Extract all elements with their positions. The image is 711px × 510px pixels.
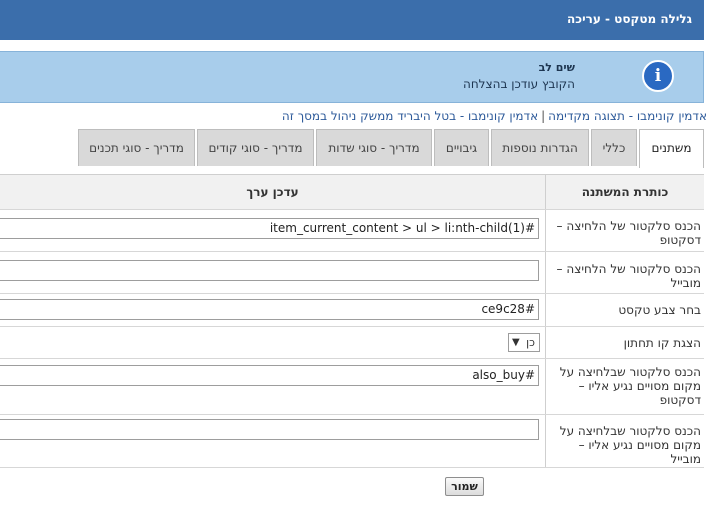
table-row: הכנס סלקטור של הלחיצה – דסקטופ #item_cur… <box>0 209 704 252</box>
preview-link[interactable]: אדמין קונימבו - תצוגה מקדימה <box>548 109 707 123</box>
scroll-target-desktop-input[interactable]: #also_buy <box>0 365 539 386</box>
info-icon: i <box>642 60 674 92</box>
header-value-column: עדכן ערך <box>0 175 545 209</box>
row-label: הכנס סלקטור שבלחיצה על מקום מסויים נגיע … <box>559 424 701 466</box>
link-separator: | <box>541 109 546 123</box>
table-row: הצגת קו תחתון ▼ כן <box>0 327 704 359</box>
row-label: בחר צבע טקסט <box>618 303 701 317</box>
table-row: הכנס סלקטור של הלחיצה – מובייל <box>0 252 704 294</box>
success-notice: i שים לב הקובץ עודכן בהצלחה <box>0 51 704 103</box>
tab-variables[interactable]: משתנים <box>639 129 704 168</box>
tab-guide-field-types[interactable]: מדריך - סוגי שדות <box>316 129 432 166</box>
variables-table: עדכן ערך כותרת המשתנה הכנס סלקטור של הלח… <box>0 174 704 468</box>
row-label: הכנס סלקטור של הלחיצה – מובייל <box>556 262 701 290</box>
underline-select-value: כן <box>526 336 535 349</box>
underline-select[interactable]: ▼ כן <box>508 333 540 352</box>
notice-text: הקובץ עודכן בהצלחה <box>462 77 575 91</box>
table-row: בחר צבע טקסט #ce9c28 <box>0 294 704 327</box>
scroll-target-mobile-input[interactable] <box>0 419 539 440</box>
table-row: הכנס סלקטור שבלחיצה על מקום מסויים נגיע … <box>0 415 704 468</box>
desktop-selector-input[interactable]: #item_current_content > ul > li:nth-chil… <box>0 218 539 239</box>
page-title: גלילה מטקסט - עריכה <box>567 12 692 26</box>
text-color-input[interactable]: #ce9c28 <box>0 299 539 320</box>
tab-guide-code-types[interactable]: מדריך - סוגי קודים <box>197 129 314 166</box>
tab-general[interactable]: כללי <box>591 129 637 166</box>
admin-links: אדמין קונימבו - תצוגה מקדימה|אדמין קונימ… <box>282 109 707 123</box>
row-label: הכנס סלקטור שבלחיצה על מקום מסויים נגיע … <box>559 365 701 407</box>
tab-additional-settings[interactable]: הגדרות נוספות <box>491 129 589 166</box>
save-button[interactable]: שמור <box>445 477 484 496</box>
title-bar: גלילה מטקסט - עריכה <box>0 0 704 40</box>
row-label: הכנס סלקטור של הלחיצה – דסקטופ <box>556 219 701 247</box>
mobile-selector-input[interactable] <box>0 260 539 281</box>
tab-guide-content-types[interactable]: מדריך - סוגי תכנים <box>78 129 195 166</box>
row-label: הצגת קו תחתון <box>623 336 701 350</box>
tab-backups[interactable]: גיבויים <box>434 129 489 166</box>
notice-title: שים לב <box>538 61 575 74</box>
table-row: הכנס סלקטור שבלחיצה על מקום מסויים נגיע … <box>0 359 704 415</box>
cancel-hybrid-link[interactable]: אדמין קונימבו - בטל היבריד ממשק ניהול במ… <box>282 109 538 123</box>
tab-bar: משתנים כללי הגדרות נוספות גיבויים מדריך … <box>0 129 704 168</box>
chevron-down-icon: ▼ <box>512 337 520 348</box>
header-variable-column: כותרת המשתנה <box>546 175 704 209</box>
